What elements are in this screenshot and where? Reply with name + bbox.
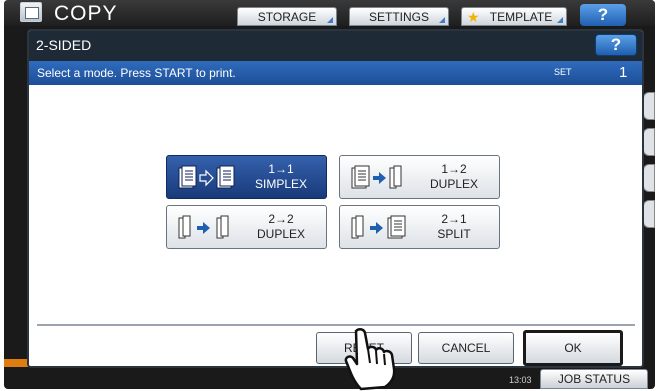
pointing-hand-icon [344, 328, 396, 391]
tab-storage-label: STORAGE [257, 10, 317, 24]
dialog-title: 2-SIDED [36, 37, 92, 53]
tab-settings[interactable]: SETTINGS [349, 7, 449, 26]
app-title: COPY [54, 2, 118, 25]
star-icon: ★ [467, 9, 480, 25]
mode-name: SIMPLEX [254, 177, 308, 191]
mode-ratio: 2→2 [268, 212, 294, 226]
tab-template[interactable]: ★ TEMPLATE [461, 7, 567, 26]
mode-name: DUPLEX [256, 227, 306, 241]
mode-simplex-button[interactable]: 1→1 SIMPLEX [166, 155, 327, 199]
corner-arrow-icon [439, 17, 445, 23]
cancel-button[interactable]: CANCEL [418, 332, 514, 364]
duplex-1-to-2-icon [351, 165, 402, 189]
simplex-icon [178, 165, 235, 189]
corner-arrow-icon [327, 17, 333, 23]
mode-ratio: 1→2 [441, 162, 467, 176]
mode-label: 2→2 DUPLEX [246, 212, 316, 242]
two-sided-dialog: 2-SIDED ? Select a mode. Press START to … [27, 29, 644, 368]
tab-template-label: TEMPLATE [489, 10, 553, 24]
mode-duplex-2-to-2-button[interactable]: 2→2 DUPLEX [166, 205, 327, 249]
split-icon [351, 215, 406, 239]
help-button[interactable]: ? [595, 34, 637, 56]
message-bar: Select a mode. Press START to print. SET… [29, 61, 642, 85]
mode-ratio: 2→1 [441, 212, 467, 226]
mode-label: 2→1 SPLIT [419, 212, 489, 242]
instruction-message: Select a mode. Press START to print. [37, 66, 236, 80]
job-status-button[interactable]: JOB STATUS [540, 369, 648, 389]
top-bar: COPY STORAGE SETTINGS ★ TEMPLATE ? [4, 0, 655, 26]
duplex-2-to-2-icon [178, 215, 229, 239]
copy-icon [20, 2, 42, 22]
dialog-body: 1→1 SIMPLEX 1→2 DUPLEX 2→2 DUPLEX 2→1 SP… [29, 85, 642, 366]
dialog-header: 2-SIDED ? [29, 31, 642, 61]
mode-label: 1→2 DUPLEX [419, 162, 489, 192]
help-button-main[interactable]: ? [580, 4, 626, 26]
mode-name: SPLIT [437, 227, 471, 241]
side-tab[interactable] [643, 164, 655, 192]
side-tab[interactable] [643, 92, 655, 120]
mode-ratio: 1→1 [268, 162, 294, 176]
set-count: 1 [619, 64, 628, 81]
clock: 13:03 [509, 375, 532, 385]
mode-name: DUPLEX [429, 177, 479, 191]
set-label: SET [554, 67, 572, 77]
corner-arrow-icon [557, 17, 563, 23]
tab-settings-label: SETTINGS [368, 10, 429, 24]
tab-storage[interactable]: STORAGE [237, 7, 337, 26]
mode-duplex-1-to-2-button[interactable]: 1→2 DUPLEX [339, 155, 500, 199]
mode-label: 1→1 SIMPLEX [246, 162, 316, 192]
side-tab[interactable] [643, 200, 655, 228]
side-tab[interactable] [643, 128, 655, 156]
ok-button[interactable]: OK [523, 330, 623, 366]
divider [37, 324, 635, 326]
mode-split-button[interactable]: 2→1 SPLIT [339, 205, 500, 249]
